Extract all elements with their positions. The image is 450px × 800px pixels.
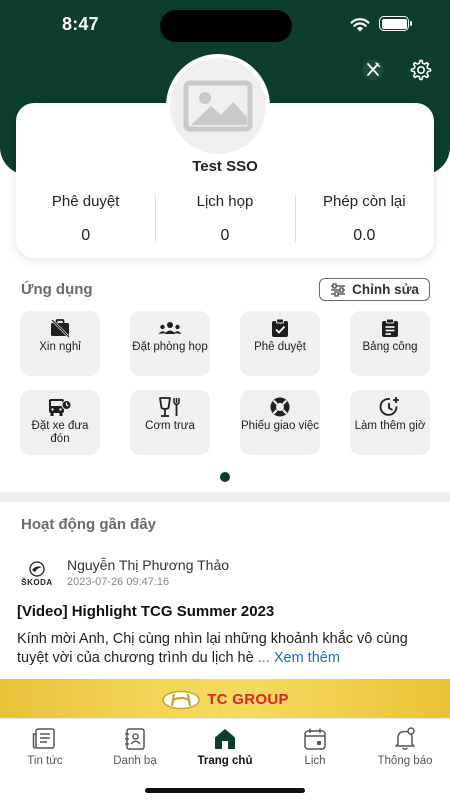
banner-brand-text: TC GROUP [207, 691, 289, 708]
nav-label: Trang chủ [197, 755, 253, 767]
profile-name: Test SSO [192, 158, 258, 175]
app-lunch[interactable]: Cơm trưa [130, 390, 210, 455]
bus-clock-icon [49, 399, 72, 416]
bell-icon [395, 727, 415, 750]
post-author-logo-text: ŠKODA [21, 578, 53, 587]
activity-section-title: Hoạt động gần đây [21, 516, 156, 533]
lifebuoy-icon [270, 397, 290, 417]
apps-section-title: Ứng dụng [21, 281, 93, 298]
app-label: Phê duyệt [254, 341, 306, 353]
nav-home[interactable]: Trang chủ [180, 727, 270, 767]
nav-news[interactable]: Tin tức [0, 727, 90, 767]
app-leave-request[interactable]: Xin nghỉ [20, 311, 100, 376]
app-label: Làm thêm giờ [354, 420, 426, 432]
home-screen: 8:47 Test SSO Phê duyệt 0 Lịch họp 0 Phé… [0, 0, 450, 800]
post-excerpt-text: Kính mời Anh, Chị cùng nhìn lại những kh… [17, 631, 408, 666]
nav-notifications[interactable]: Thông báo [360, 727, 450, 767]
contacts-icon [125, 728, 145, 750]
stat-label: Phép còn lại [323, 193, 406, 210]
post-title[interactable]: [Video] Highlight TCG Summer 2023 [17, 603, 274, 620]
apps-grid: Xin nghỉ Đặt phòng họp Phê duyệt Bảng cô… [20, 311, 430, 455]
app-label: Phiếu giao việc [241, 420, 319, 432]
nav-label: Tin tức [27, 755, 63, 767]
utensils-icon [362, 59, 384, 81]
hyundai-logo-icon [162, 690, 200, 709]
post-excerpt: Kính mời Anh, Chị cùng nhìn lại những kh… [17, 630, 432, 668]
status-time: 8:47 [62, 14, 99, 34]
page-indicator-dot[interactable] [220, 472, 230, 482]
calendar-icon [304, 728, 326, 750]
lunch-menu-button[interactable] [359, 56, 387, 84]
cup-fork-icon [159, 397, 180, 417]
stat-value: 0 [81, 227, 91, 244]
home-indicator[interactable] [145, 788, 305, 793]
stat-meetings[interactable]: Lịch họp 0 [155, 193, 294, 245]
section-divider [0, 492, 450, 502]
battery-icon [379, 16, 412, 31]
people-icon [158, 322, 182, 334]
avatar[interactable] [166, 54, 270, 158]
app-label: Đặt xe đưa đón [31, 420, 89, 445]
post-author[interactable]: Nguyễn Thị Phương Thảo [67, 557, 229, 573]
clipboard-list-icon [382, 318, 398, 337]
see-more-link[interactable]: ... Xem thêm [258, 650, 340, 666]
briefcase-off-icon [51, 319, 70, 338]
stat-label: Lịch họp [196, 193, 254, 210]
gear-icon [410, 59, 432, 81]
edit-apps-button[interactable]: Chỉnh sửa [319, 278, 430, 301]
app-label: Cơm trưa [145, 420, 195, 432]
stat-label: Phê duyệt [51, 193, 120, 210]
app-approvals[interactable]: Phê duyệt [240, 311, 320, 376]
profile-stats: Phê duyệt 0 Lịch họp 0 Phép còn lại 0.0 [16, 193, 434, 245]
home-icon [215, 729, 235, 749]
app-work-order[interactable]: Phiếu giao việc [240, 390, 320, 455]
news-icon [32, 728, 55, 749]
image-placeholder-icon [183, 80, 253, 132]
skoda-logo-icon [29, 561, 45, 577]
sliders-icon [331, 282, 346, 297]
app-label: Xin nghỉ [39, 341, 81, 353]
nav-contacts[interactable]: Danh bạ [90, 727, 180, 767]
status-bar: 8:47 [0, 0, 450, 50]
post-timestamp: 2023-07-26 09:47:16 [67, 576, 170, 588]
edit-apps-label: Chỉnh sửa [352, 282, 419, 297]
clipboard-check-icon [272, 318, 288, 337]
app-label: Đặt phòng họp [132, 341, 208, 353]
wifi-icon [350, 18, 370, 32]
nav-label: Lịch [304, 755, 326, 767]
app-overtime[interactable]: Làm thêm giờ [350, 390, 430, 455]
stat-value: 0 [220, 227, 230, 244]
stat-leave-balance[interactable]: Phép còn lại 0.0 [294, 193, 434, 245]
app-book-meeting-room[interactable]: Đặt phòng họp [130, 311, 210, 376]
settings-button[interactable] [407, 56, 435, 84]
app-label: Bảng công [362, 341, 418, 353]
stat-value: 0.0 [353, 227, 376, 244]
camera-notch [160, 10, 292, 42]
app-timesheet[interactable]: Bảng công [350, 311, 430, 376]
clock-plus-icon [379, 397, 399, 416]
nav-label: Thông báo [377, 755, 433, 767]
stat-approvals[interactable]: Phê duyệt 0 [16, 193, 155, 245]
nav-label: Danh bạ [113, 755, 157, 767]
nav-calendar[interactable]: Lịch [270, 727, 360, 767]
app-book-shuttle[interactable]: Đặt xe đưa đón [20, 390, 100, 455]
post-author-logo: ŠKODA [18, 561, 56, 589]
post-banner-image[interactable]: TC GROUP [0, 679, 450, 720]
